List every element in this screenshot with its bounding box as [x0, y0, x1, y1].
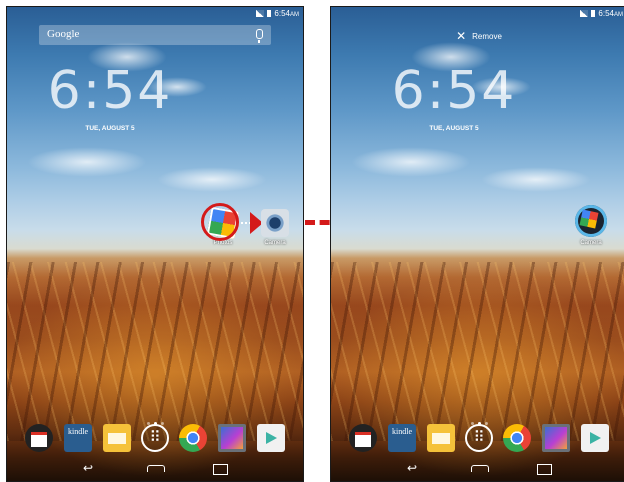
folder-label: Camera	[580, 240, 602, 246]
mic-icon[interactable]	[256, 29, 263, 43]
battery-icon	[591, 10, 596, 18]
kindle-icon[interactable]: kindle	[64, 424, 92, 452]
gmail-icon[interactable]	[349, 424, 377, 452]
recent-apps-icon[interactable]	[537, 464, 552, 475]
status-bar: 6:54AM	[7, 7, 303, 21]
all-apps-icon[interactable]	[141, 424, 169, 452]
google-search-bar[interactable]: Google	[39, 25, 271, 45]
dock: kindle	[7, 424, 303, 452]
back-icon[interactable]: ↩	[83, 461, 93, 475]
remove-label: Remove	[472, 32, 502, 41]
home-icon[interactable]	[147, 465, 165, 472]
kindle-icon[interactable]: kindle	[388, 424, 416, 452]
all-apps-icon[interactable]	[465, 424, 493, 452]
nav-bar: ↩	[7, 455, 303, 481]
photos-app-label: Photos	[213, 240, 233, 246]
clock-time: 6:54	[47, 61, 173, 121]
nav-bar: ↩	[331, 455, 624, 481]
gallery-icon[interactable]	[218, 424, 246, 452]
chrome-icon[interactable]	[179, 424, 207, 452]
folder-icon[interactable]	[575, 205, 607, 237]
status-ampm: AM	[290, 12, 299, 18]
kindle-label: kindle	[68, 427, 88, 436]
signal-icon	[580, 10, 589, 18]
photos-mini-icon	[579, 209, 599, 229]
clock-date: TUE, AUGUST 5	[85, 125, 135, 132]
highlight-circle	[201, 203, 239, 241]
home-icon[interactable]	[471, 465, 489, 472]
close-icon: ✕	[456, 29, 467, 43]
play-store-icon[interactable]	[257, 424, 285, 452]
play-store-icon[interactable]	[581, 424, 609, 452]
camera-app-icon[interactable]	[261, 209, 289, 237]
email-icon[interactable]	[427, 424, 455, 452]
kindle-label: kindle	[392, 427, 412, 436]
camera-app-label: Camera	[264, 240, 286, 246]
clock-time: 6:54	[391, 61, 517, 121]
google-search-label: Google	[47, 28, 80, 40]
gallery-icon[interactable]	[542, 424, 570, 452]
clock-date: TUE, AUGUST 5	[429, 125, 479, 132]
status-bar: 6:54AM	[331, 7, 624, 21]
battery-icon	[267, 10, 272, 18]
phone-screen-after: 6:54AM ✕ Remove 6:54 TUE, AUGUST 5 Camera…	[330, 6, 624, 482]
back-icon[interactable]: ↩	[407, 461, 417, 475]
gmail-icon[interactable]	[25, 424, 53, 452]
email-icon[interactable]	[103, 424, 131, 452]
chrome-icon[interactable]	[503, 424, 531, 452]
dock: kindle	[331, 424, 624, 452]
status-time: 6:54	[598, 9, 614, 18]
status-time: 6:54	[274, 9, 290, 18]
signal-icon	[256, 10, 265, 18]
status-ampm: AM	[614, 12, 623, 18]
recent-apps-icon[interactable]	[213, 464, 228, 475]
remove-drop-target[interactable]: ✕ Remove	[331, 29, 624, 43]
phone-screen-before: 6:54AM Google 6:54 TUE, AUGUST 5 Photos …	[6, 6, 304, 482]
